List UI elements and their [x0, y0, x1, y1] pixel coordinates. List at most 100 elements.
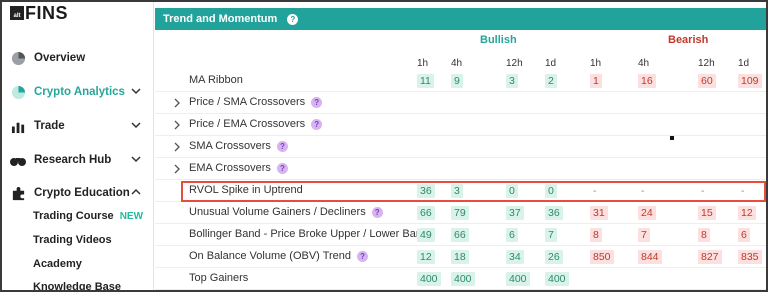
sidebar-subitem-trading-course[interactable]: Trading Course NEW [33, 208, 143, 224]
bullish-count[interactable]: 6 [506, 228, 518, 242]
sidebar-item-crypto-education[interactable]: Crypto Education [10, 183, 146, 203]
help-icon[interactable]: ? [287, 13, 299, 25]
column-header[interactable]: 12h [506, 58, 523, 69]
bullish-count[interactable]: 37 [506, 206, 524, 220]
help-icon[interactable]: ? [311, 96, 323, 108]
bearish-count[interactable]: 109 [738, 74, 762, 88]
row-label-text: MA Ribbon [189, 74, 243, 86]
bullish-count[interactable]: 3 [506, 74, 518, 88]
chevron-down-icon[interactable] [130, 153, 142, 165]
help-icon[interactable]: ? [276, 140, 288, 152]
subitem-label: Academy [33, 258, 82, 270]
highlight-box [181, 181, 766, 202]
bullish-count[interactable]: 66 [417, 206, 435, 220]
column-header[interactable]: 1d [545, 58, 556, 69]
row-label: Top Gainers [189, 272, 248, 284]
section-title: Trend and Momentum [163, 13, 278, 25]
bullish-count[interactable]: 400 [545, 272, 569, 286]
bullish-count[interactable]: 2 [545, 74, 557, 88]
sidebar-subitem-trading-videos[interactable]: Trading Videos [33, 232, 112, 248]
help-icon[interactable]: ? [371, 206, 383, 218]
altfins-logo[interactable]: alt FINS [10, 2, 68, 24]
bullish-count[interactable]: 7 [545, 228, 557, 242]
logo-mark: alt [10, 6, 24, 20]
sidebar-subitem-knowledge-base[interactable]: Knowledge Base [33, 279, 121, 290]
bearish-count[interactable]: 1 [590, 74, 602, 88]
column-header[interactable]: 4h [638, 58, 649, 69]
column-header[interactable]: 1h [417, 58, 428, 69]
row-label: Unusual Volume Gainers / Decliners? [189, 206, 383, 218]
bullish-count[interactable]: 18 [451, 250, 469, 264]
table-row[interactable]: Price / EMA Crossovers? [155, 114, 766, 136]
puzzle-icon [10, 185, 26, 201]
chevron-right-icon[interactable] [173, 142, 181, 152]
bearish-count[interactable]: 844 [638, 250, 662, 264]
sidebar-item-overview[interactable]: Overview [10, 48, 146, 68]
table-row[interactable]: Price / SMA Crossovers? [155, 92, 766, 114]
chevron-right-icon[interactable] [173, 164, 181, 174]
sidebar-item-trade[interactable]: Trade [10, 116, 146, 136]
table-row[interactable]: On Balance Volume (OBV) Trend? 12 18 34 26 85… [155, 246, 766, 268]
bullish-count[interactable]: 49 [417, 228, 435, 242]
table-row[interactable]: Unusual Volume Gainers / Decliners? 66 79 3… [155, 202, 766, 224]
row-label-text: Bollinger Band - Price Broke Upper / Low… [189, 228, 429, 240]
bullish-count[interactable]: 34 [506, 250, 524, 264]
bearish-count[interactable]: 31 [590, 206, 608, 220]
bearish-count[interactable]: 8 [698, 228, 710, 242]
bearish-count[interactable]: 8 [590, 228, 602, 242]
sidebar: alt FINS Overview Crypto Analytics Trade [2, 2, 154, 290]
column-header[interactable]: 4h [451, 58, 462, 69]
table-row[interactable]: Top Gainers 400 400 400 400 [155, 268, 766, 290]
chevron-down-icon[interactable] [130, 119, 142, 131]
bullish-count[interactable]: 66 [451, 228, 469, 242]
row-label: On Balance Volume (OBV) Trend? [189, 250, 369, 262]
table-row[interactable]: SMA Crossovers? [155, 136, 766, 158]
row-label: Price / EMA Crossovers? [189, 118, 323, 130]
cursor-marker [670, 136, 674, 140]
table-row[interactable]: Bollinger Band - Price Broke Upper / Low… [155, 224, 766, 246]
app-frame: alt FINS Overview Crypto Analytics Trade [2, 2, 766, 290]
row-label-text: Price / EMA Crossovers [189, 118, 306, 130]
column-header[interactable]: 1d [738, 58, 749, 69]
chevron-right-icon[interactable] [173, 120, 181, 130]
row-label: SMA Crossovers? [189, 140, 288, 152]
bearish-count[interactable]: 12 [738, 206, 756, 220]
help-icon[interactable]: ? [311, 118, 323, 130]
bullish-count[interactable]: 400 [451, 272, 475, 286]
help-icon[interactable]: ? [276, 162, 288, 174]
bearish-count[interactable]: 850 [590, 250, 614, 264]
table-row[interactable]: MA Ribbon 11 9 3 2 1 16 60 109 [155, 70, 766, 92]
bearish-count[interactable]: 6 [738, 228, 750, 242]
subitem-label: Trading Videos [33, 234, 112, 246]
bullish-count[interactable]: 36 [545, 206, 563, 220]
column-header[interactable]: 12h [698, 58, 715, 69]
bearish-count[interactable]: 60 [698, 74, 716, 88]
bearish-count[interactable]: 7 [638, 228, 650, 242]
binoculars-icon [10, 152, 26, 168]
bearish-count[interactable]: 16 [638, 74, 656, 88]
subitem-label: Trading Course [33, 210, 114, 222]
analytics-icon [10, 84, 26, 100]
table-row[interactable]: EMA Crossovers? [155, 158, 766, 180]
bullish-count[interactable]: 11 [417, 74, 434, 88]
column-header[interactable]: 1h [590, 58, 601, 69]
chevron-right-icon[interactable] [173, 98, 181, 108]
bearish-count[interactable]: 24 [638, 206, 656, 220]
bearish-count[interactable]: 827 [698, 250, 722, 264]
bullish-count[interactable]: 9 [451, 74, 463, 88]
sidebar-item-crypto-analytics[interactable]: Crypto Analytics [10, 82, 146, 102]
bullish-count[interactable]: 26 [545, 250, 563, 264]
chevron-up-icon[interactable] [130, 186, 142, 198]
sidebar-subitem-academy[interactable]: Academy [33, 256, 82, 272]
chevron-down-icon[interactable] [130, 85, 142, 97]
sidebar-item-research-hub[interactable]: Research Hub [10, 150, 146, 170]
help-icon[interactable]: ? [357, 250, 369, 262]
bullish-count[interactable]: 400 [506, 272, 530, 286]
bullish-count[interactable]: 400 [417, 272, 441, 286]
bullish-count[interactable]: 12 [417, 250, 435, 264]
bearish-count[interactable]: 835 [738, 250, 762, 264]
bullish-count[interactable]: 79 [451, 206, 469, 220]
row-label: MA Ribbon [189, 74, 243, 86]
bearish-count[interactable]: 15 [698, 206, 716, 220]
row-label: EMA Crossovers? [189, 162, 288, 174]
